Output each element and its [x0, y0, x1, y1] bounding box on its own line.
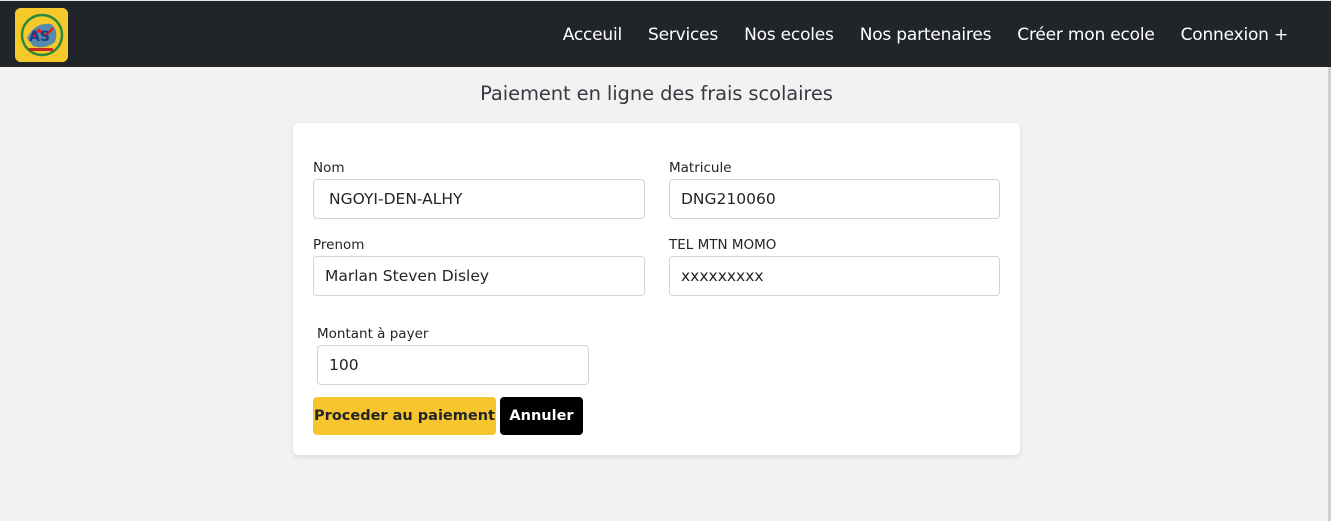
- montant-input[interactable]: [317, 345, 589, 385]
- montant-label: Montant à payer: [317, 326, 429, 342]
- svg-text:AS: AS: [29, 29, 50, 45]
- nom-input[interactable]: [313, 179, 645, 219]
- matricule-label: Matricule: [669, 160, 732, 176]
- payment-form-card: Nom Matricule Prenom TEL MTN MOMO Montan…: [293, 123, 1020, 455]
- school-logo-icon: AS: [15, 8, 68, 62]
- proceed-payment-button[interactable]: Proceder au paiement: [313, 397, 496, 435]
- page-title: Paiement en ligne des frais scolaires: [480, 82, 833, 105]
- cancel-button[interactable]: Annuler: [500, 397, 583, 435]
- site-logo[interactable]: AS: [15, 8, 68, 62]
- nav-link-services[interactable]: Services: [635, 25, 731, 45]
- prenom-input[interactable]: [313, 256, 645, 296]
- main-nav: Acceuil Services Nos ecoles Nos partenai…: [550, 1, 1289, 68]
- nav-link-nos-ecoles[interactable]: Nos ecoles: [731, 25, 847, 45]
- nom-label: Nom: [313, 160, 345, 176]
- nav-link-connexion[interactable]: Connexion +: [1168, 25, 1289, 45]
- nav-link-acceuil[interactable]: Acceuil: [550, 25, 635, 45]
- prenom-label: Prenom: [313, 237, 365, 253]
- tel-momo-label: TEL MTN MOMO: [669, 237, 777, 253]
- top-navbar: AS Acceuil Services Nos ecoles Nos parte…: [0, 0, 1331, 67]
- tel-momo-input[interactable]: [669, 256, 1000, 296]
- nav-link-nos-partenaires[interactable]: Nos partenaires: [847, 25, 1005, 45]
- matricule-input[interactable]: [669, 179, 1000, 219]
- nav-link-creer-ecole[interactable]: Créer mon ecole: [1004, 25, 1167, 45]
